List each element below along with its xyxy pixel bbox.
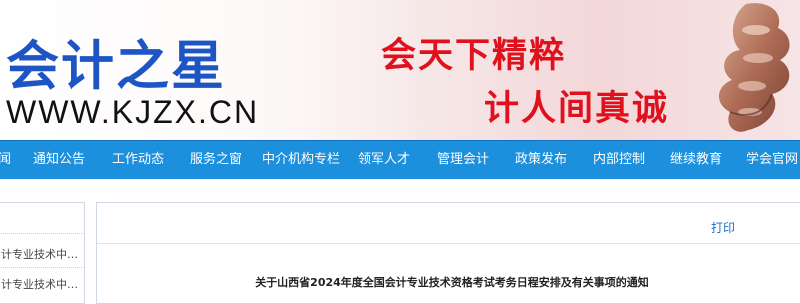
sidebar-panel: 计专业技术中级... 计专业技术中级...: [0, 202, 85, 304]
nav-item-education[interactable]: 继续教育: [670, 141, 722, 179]
nav-item-notices[interactable]: 通知公告: [33, 141, 85, 179]
divider: [0, 233, 84, 234]
slogan-line-1: 会天下精粹: [381, 36, 567, 76]
article-toolbar: 打印: [97, 203, 800, 244]
sidebar-link[interactable]: 计专业技术中级...: [1, 276, 81, 292]
nav-item-society[interactable]: 学会官网: [746, 141, 798, 179]
nav-item-work-updates[interactable]: 工作动态: [112, 141, 164, 179]
nav-item-management[interactable]: 管理会计: [437, 141, 489, 179]
sidebar-link[interactable]: 计专业技术中级...: [1, 246, 81, 262]
print-link[interactable]: 打印: [711, 219, 735, 236]
nav-item-internal-control[interactable]: 内部控制: [593, 141, 645, 179]
divider: [0, 267, 84, 268]
nav-item-service[interactable]: 服务之窗: [190, 141, 242, 179]
sculpture-illustration: [718, 3, 790, 132]
main-nav: 闻 通知公告 工作动态 服务之窗 中介机构专栏 领军人才 管理会计 政策发布 内…: [0, 140, 800, 179]
slogan-line-2: 计人间真诚: [484, 89, 670, 129]
header-banner: 会计之星 WWW.KJZX.CN 会天下精粹 计人间真诚: [0, 0, 800, 140]
nav-item-policy[interactable]: 政策发布: [515, 141, 567, 179]
article-panel: 打印 关于山西省2024年度全国会计专业技术资格考试考务日程安排及有关事项的通知: [96, 202, 800, 304]
nav-item-news[interactable]: 闻: [0, 141, 11, 179]
nav-item-agencies[interactable]: 中介机构专栏: [262, 141, 340, 179]
site-logo[interactable]: 会计之星: [6, 24, 226, 100]
nav-item-talent[interactable]: 领军人才: [358, 141, 410, 179]
site-url: WWW.KJZX.CN: [6, 94, 260, 130]
article-title: 关于山西省2024年度全国会计专业技术资格考试考务日程安排及有关事项的通知: [255, 276, 649, 289]
